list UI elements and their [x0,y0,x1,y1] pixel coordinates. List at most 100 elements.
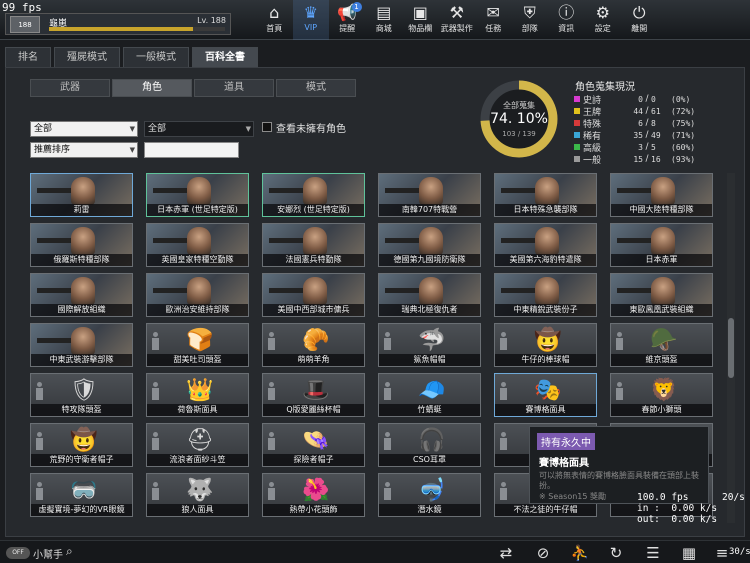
weapon-silhouette [269,238,303,243]
character-card[interactable]: 🦁 春節小獅頭 [610,373,713,417]
category-tab-3[interactable]: 模式 [276,79,356,97]
checklist-icon[interactable]: ☰ [643,543,663,563]
character-card[interactable]: 🥐 萌萌羊角 [262,323,365,367]
character-card[interactable]: 🧢 竹蜻蜓 [378,373,481,417]
weapon-silhouette [153,238,187,243]
nav-gear[interactable]: ⚙ 設定 [585,0,622,40]
filter-dropdown-1[interactable]: 全部 ▼ [30,121,138,137]
character-card-label: 探險者帽子 [263,454,364,466]
locked-figure-icon [267,482,275,502]
helper-toggle[interactable]: OFF [6,547,30,559]
category-tab-1[interactable]: 角色 [112,79,192,97]
character-card[interactable]: 🤿 潛水鏡 [378,473,481,517]
scrollbar-thumb[interactable] [728,318,734,378]
grid-scrollbar[interactable] [727,173,735,523]
refresh-icon[interactable]: ↻ [606,543,626,563]
character-card[interactable]: 南韓707特戰營 [378,173,481,217]
character-card[interactable]: 🛡 特攻隊頭盔 [30,373,133,417]
player-level: Lv. 188 [197,16,226,25]
character-card[interactable]: 👑 荷魯斯面具 [146,373,249,417]
character-card[interactable]: 🥽 虛擬實境-夢幻的VR眼鏡 [30,473,133,517]
owned-count: 0 [638,94,643,104]
running-man-icon[interactable]: ⛹ [570,543,590,563]
headgear-item-icon: ⛑ [186,428,214,453]
character-card[interactable]: 🎩 Q版愛麗絲杯帽 [262,373,365,417]
nav-crown[interactable]: ♛ VIP [292,0,329,40]
character-card[interactable]: 中東精銳武裝份子 [494,273,597,317]
nav-ticket[interactable]: ✉ 任務 [475,0,512,40]
character-card[interactable]: 🍞 甜美吐司頭盔 [146,323,249,367]
nav-megaphone[interactable]: 📢 提醒 1 [329,0,366,40]
search-input[interactable] [144,142,239,158]
character-card[interactable]: 🦈 鯊魚帽帽 [378,323,481,367]
character-card-label: Q版愛麗絲杯帽 [263,404,364,416]
search-icon[interactable]: ⌕ [66,544,73,559]
character-card[interactable]: 日本赤軍 [610,223,713,267]
character-card[interactable]: 安娜烈 (世足特定版) [262,173,365,217]
main-nav: ⌂ 首頁 ♛ VIP 📢 提醒 1 ▤ 商城 ▣ 物品欄 ⚒ 武器製作 ✉ 任務 ⛨ 部隊 ⓘ 資訊 ⚙ 設定 ⏻ 離開 [256,0,658,40]
show-unowned-checkbox[interactable] [262,122,272,132]
weapon-silhouette [269,288,303,293]
character-card[interactable]: 🪖 維京頭盔 [610,323,713,367]
calendar-check-icon[interactable]: ▦ [679,543,699,563]
swap-icon[interactable]: ⇄ [496,543,516,563]
character-card[interactable]: 美國中西部城市傭兵 [262,273,365,317]
collection-stat-row: 特殊 6/8 (75%) [574,117,714,130]
character-card[interactable]: 中國大陸特種部隊 [610,173,713,217]
nav-weapon-craft[interactable]: ⚒ 武器製作 [439,0,476,40]
character-card[interactable]: 🐺 狼人面具 [146,473,249,517]
category-tab-0[interactable]: 武器 [30,79,110,97]
character-card[interactable]: 歐洲治安維持部隊 [146,273,249,317]
main-tab-2[interactable]: 一般模式 [123,47,189,67]
character-card[interactable]: ⛑ 流浪者面紗斗笠 [146,423,249,467]
nav-label: 資訊 [558,24,575,33]
category-tab-2[interactable]: 道具 [194,79,274,97]
character-portrait [71,327,95,355]
filter-dropdown-2[interactable]: 全部 ▼ [144,121,254,137]
character-card[interactable]: 🎧 CSO耳罩 [378,423,481,467]
character-card[interactable]: 莉雷 [30,173,133,217]
weapon-silhouette [153,288,187,293]
character-card[interactable]: 法國憲兵特勤隊 [262,223,365,267]
character-card[interactable]: 👒 探險者帽子 [262,423,365,467]
player-info-panel[interactable]: 188 龜崽 Lv. 188 [5,13,231,35]
helper-label: 小幫手 [33,550,63,561]
character-card[interactable]: 中東武裝游擊部隊 [30,323,133,367]
character-card[interactable]: 🌺 熱帶小花頭飾 [262,473,365,517]
character-portrait [303,177,327,205]
character-card[interactable]: 日本特殊急襲部隊 [494,173,597,217]
character-card[interactable]: 德國第九國境防衛隊 [378,223,481,267]
locked-figure-icon [383,332,391,352]
separator: / [645,94,649,104]
character-card-label: CSO耳罩 [379,454,480,466]
nav-store[interactable]: ▤ 商城 [366,0,403,40]
character-card[interactable]: 英國皇家特種空勤隊 [146,223,249,267]
weapon-silhouette [37,288,71,293]
nav-clan-badge[interactable]: ⛨ 部隊 [512,0,549,40]
tooltip-status-badge: 持有永久中 [537,433,595,450]
character-card[interactable]: 美國第六海豹特遣隊 [494,223,597,267]
character-card[interactable]: 東歐鳳凰武裝組織 [610,273,713,317]
main-tab-1[interactable]: 殭屍模式 [54,47,120,67]
compass-icon[interactable]: ⊘ [533,543,553,563]
nav-home[interactable]: ⌂ 首頁 [256,0,293,40]
sort-dropdown[interactable]: 推薦排序 ▼ [30,142,138,158]
character-card[interactable]: 俄羅斯特種部隊 [30,223,133,267]
character-card[interactable]: 🤠 牛仔的棒球帽 [494,323,597,367]
nav-label: 部隊 [521,24,538,33]
nav-label: 物品欄 [408,24,433,33]
character-card[interactable]: 🤠 荒野的守衛者帽子 [30,423,133,467]
character-card[interactable]: 日本赤軍 (世足特定版) [146,173,249,217]
main-tab-3[interactable]: 百科全書 [192,47,258,67]
nav-info[interactable]: ⓘ 資訊 [548,0,585,40]
character-card[interactable]: 國際解放組織 [30,273,133,317]
character-card[interactable]: 瑞典北極復仇者 [378,273,481,317]
nav-power[interactable]: ⏻ 離開 [621,0,658,40]
character-portrait [419,227,443,255]
separator: / [645,106,649,116]
character-card[interactable]: 🎭 賽博格面具 [494,373,597,417]
nav-briefcase[interactable]: ▣ 物品欄 [402,0,439,40]
character-portrait [419,277,443,305]
main-tab-0[interactable]: 排名 [5,47,51,67]
weapon-silhouette [617,188,651,193]
